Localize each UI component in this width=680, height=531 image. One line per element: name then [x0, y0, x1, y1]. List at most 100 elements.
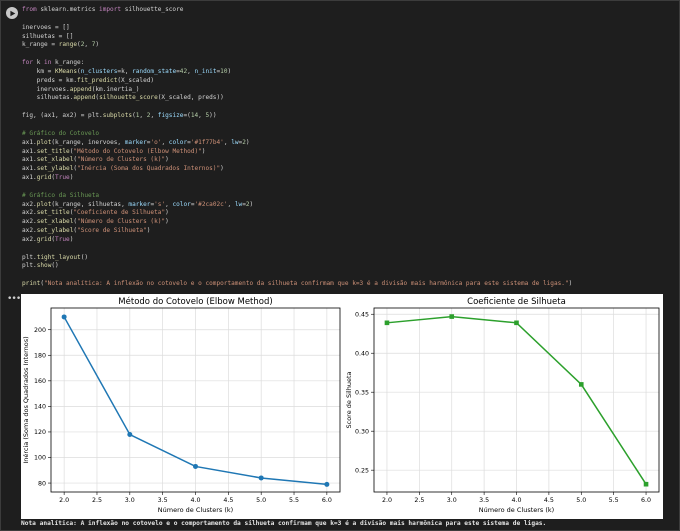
code-token: n_clusters [80, 67, 118, 75]
y-tick-label: 0.40 [355, 350, 369, 357]
code-token: () [80, 253, 89, 261]
data-point [193, 463, 198, 469]
code-token: (X_scaled, preds)) [157, 94, 224, 102]
x-tick-label: 2.5 [414, 497, 424, 504]
code-token: (k_range, silhuetas, [51, 200, 129, 208]
code-token: "Coeficiente de Silhueta" [73, 209, 166, 217]
code-token: ax1. [22, 138, 37, 146]
x-tick-label: 3.0 [125, 497, 135, 504]
code-token: 10 [220, 67, 228, 75]
print-output: Nota analítica: A inflexão no cotovelo e… [21, 520, 547, 527]
code-token: ax1. [22, 174, 37, 182]
code-token: import [99, 6, 125, 13]
code-editor[interactable]: from sklearn.metrics import silhouette_s… [22, 6, 572, 289]
data-point [127, 432, 133, 437]
code-token: k_range = [22, 41, 59, 49]
code-token: "Número de Clusters (k)" [77, 218, 166, 226]
code-token: set_title [36, 147, 70, 155]
code-token: , [84, 41, 92, 49]
x-tick-label: 5.5 [609, 497, 619, 504]
code-line: inervoes = [] [22, 24, 572, 33]
code-token: fit_predict [77, 76, 118, 84]
code-token: True [55, 174, 70, 182]
data-point [514, 320, 519, 326]
x-tick-label: 4.0 [511, 497, 521, 504]
code-token: ax2. [22, 218, 37, 226]
code-token: ) [146, 227, 151, 235]
y-tick-label: 180 [34, 352, 46, 359]
code-token: plt. [22, 253, 37, 261]
code-token: silhuetas. [22, 94, 74, 102]
data-point [578, 382, 584, 387]
code-token: , [227, 200, 235, 208]
code-token: ax1. [22, 156, 37, 164]
code-line: # Gráfico da Silhueta [22, 192, 572, 201]
code-token: ax1. [22, 147, 37, 155]
y-tick-label: 0.45 [355, 311, 369, 318]
code-token: )) [209, 112, 217, 120]
code-token: n_init [194, 67, 217, 75]
y-tick-label: 120 [34, 429, 46, 436]
code-token: 'o' [150, 138, 162, 146]
x-tick-label: 6.0 [641, 497, 651, 504]
code-token: "Método do Cotovelo (Elbow Method)" [73, 147, 202, 155]
code-token: () [51, 262, 59, 270]
y-tick-label: 80 [38, 480, 46, 487]
code-token: grid [36, 174, 52, 182]
chart-1: 2.0 2.5 3.0 3.5 4.0 4.5 5.0 5.5 6.0 80 100 120 140 16… [22, 296, 341, 514]
code-token: , [198, 112, 206, 120]
x-tick-label: 2.5 [92, 497, 102, 504]
x-tick-label: 6.0 [322, 497, 332, 504]
code-token: set_xlabel [36, 218, 74, 226]
code-token: silhuetas = [] [22, 32, 74, 40]
code-line: plt.tight_layout() [22, 254, 572, 263]
y-axis-label: Inércia (Soma dos Quadrados Internos) [22, 336, 30, 463]
code-token: k_range: [55, 59, 85, 67]
code-token: # Gráfico da Silhueta [22, 191, 100, 199]
y-tick-label: 200 [34, 327, 46, 334]
code-token: ) [95, 41, 100, 49]
code-token: set_ylabel [36, 227, 74, 235]
code-token: silhouette_score [99, 94, 158, 102]
code-token: "Número de Clusters (k)" [77, 156, 166, 164]
code-token: True [55, 235, 70, 243]
output-menu-icon[interactable]: ••• [7, 295, 21, 304]
code-line: silhuetas = [] [22, 33, 572, 42]
code-token: set_xlabel [36, 156, 74, 164]
code-token: color [168, 138, 188, 146]
code-token: figsize [157, 112, 184, 120]
code-token: 's' [154, 200, 166, 208]
code-token: k [36, 59, 45, 67]
data-point [384, 320, 390, 326]
y-tick-label: 0.30 [355, 428, 369, 435]
code-token: ax2. [22, 227, 37, 235]
code-token: silhouette_score [124, 6, 184, 13]
code-token: append [69, 85, 92, 93]
code-token: ax2. [22, 209, 37, 217]
code-line: ax2.plot(k_range, silhuetas, marker='s',… [22, 201, 572, 210]
code-token: random_state [132, 67, 177, 75]
code-token: ) [201, 147, 206, 155]
code-token: '#2ca02c' [194, 200, 228, 208]
code-token: ) [220, 165, 224, 173]
plot-figure: 2.0 2.5 3.0 3.5 4.0 4.5 5.0 5.5 6.0 80 100 120 140 16… [21, 294, 663, 519]
code-token: preds = km. [22, 76, 78, 84]
x-tick-label: 3.5 [158, 497, 168, 504]
code-token: append [73, 94, 96, 102]
code-token: (X_scaled) [117, 76, 155, 84]
code-token: ) [227, 67, 232, 75]
code-line: ax1.set_xlabel("Número de Clusters (k)") [22, 156, 572, 165]
code-line: inervoes.append(km.inertia_) [22, 86, 572, 95]
data-point [61, 314, 67, 320]
code-line: print("Nota analítica: A inflexão no cot… [22, 280, 572, 289]
run-cell-button[interactable] [6, 7, 18, 19]
y-tick-label: 160 [34, 378, 46, 385]
code-token: (km.inertia_) [91, 85, 140, 93]
x-tick-label: 5.0 [256, 497, 266, 504]
code-line: ax1.set_ylabel("Inércia (Soma dos Quadra… [22, 165, 572, 174]
x-tick-label: 5.0 [576, 497, 586, 504]
code-line: ax2.set_ylabel("Score de Silhueta") [22, 227, 572, 236]
